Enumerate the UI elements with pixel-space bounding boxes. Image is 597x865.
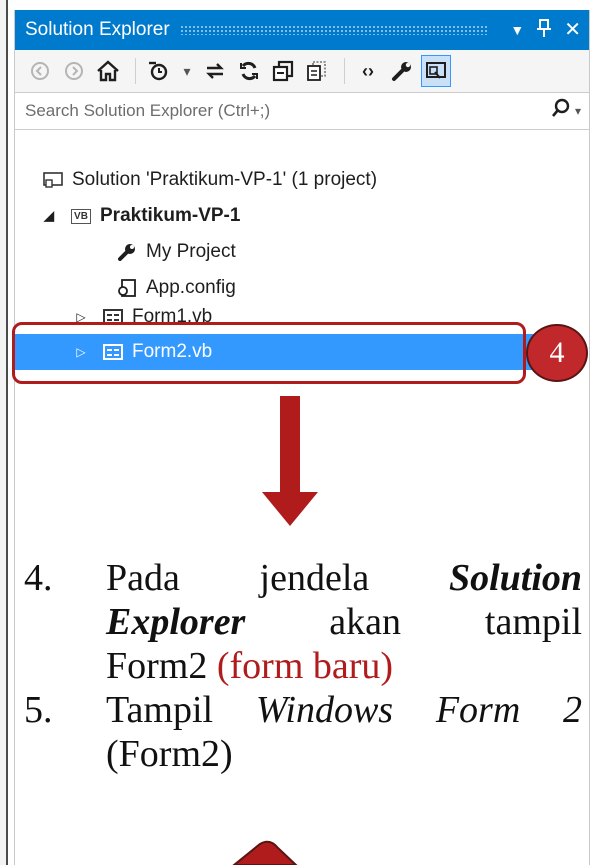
tree-item-project[interactable]: ◢ VB Praktikum-VP-1 bbox=[42, 198, 240, 234]
toolbar: ▾ ‹› bbox=[15, 50, 589, 92]
pending-changes-icon[interactable] bbox=[144, 55, 174, 87]
dropdown-icon[interactable]: ▼ bbox=[510, 23, 524, 37]
tree-item-solution[interactable]: Solution 'Praktikum-VP-1' (1 project) bbox=[42, 162, 377, 198]
wrench-icon bbox=[116, 243, 138, 261]
step-number-badge: 4 bbox=[526, 324, 588, 382]
note-4-text: Pada jendela Solution Explorer akan tamp… bbox=[106, 556, 582, 688]
app-config-label: App.config bbox=[146, 277, 236, 298]
note-4-number: 4. bbox=[24, 557, 53, 599]
note-4-line1: Pada jendela Solution bbox=[106, 557, 583, 599]
tree-item-form2-selected[interactable]: ▷ Form2.vb bbox=[14, 334, 534, 370]
search-input[interactable] bbox=[25, 101, 545, 121]
close-icon[interactable]: ✕ bbox=[564, 20, 581, 40]
view-code-icon[interactable]: ‹› bbox=[353, 55, 383, 87]
window-border bbox=[0, 0, 8, 865]
pin-icon[interactable] bbox=[536, 18, 552, 42]
form-icon bbox=[102, 344, 124, 360]
solution-label: Solution 'Praktikum-VP-1' (1 project) bbox=[72, 169, 378, 190]
arrow-head-icon bbox=[232, 840, 298, 865]
my-project-label: My Project bbox=[146, 241, 236, 262]
toolbar-separator bbox=[135, 58, 136, 84]
note-5-line2: (Form2) bbox=[106, 733, 233, 775]
sync-icon[interactable] bbox=[200, 55, 230, 87]
search-bar: ▾ bbox=[15, 92, 589, 130]
config-file-icon bbox=[116, 278, 138, 298]
solution-icon bbox=[42, 172, 64, 188]
form2-label: Form2.vb bbox=[132, 341, 213, 362]
note-5-number: 5. bbox=[24, 689, 53, 731]
properties-icon[interactable] bbox=[387, 55, 417, 87]
expand-arrow-icon[interactable]: ▷ bbox=[74, 345, 88, 359]
preview-selected-icon[interactable] bbox=[421, 55, 451, 87]
down-arrow-icon bbox=[262, 396, 318, 526]
form1-label: Form1.vb bbox=[132, 306, 213, 327]
note-5-line1: Tampil Windows Form 2 bbox=[106, 689, 582, 731]
tree-item-form1[interactable]: ▷ Form1.vb bbox=[74, 302, 212, 332]
collapse-all-icon[interactable] bbox=[268, 55, 298, 87]
panel-title: Solution Explorer bbox=[25, 19, 170, 40]
forward-icon[interactable] bbox=[59, 55, 89, 87]
project-label: Praktikum-VP-1 bbox=[100, 205, 241, 226]
toolbar-separator bbox=[344, 58, 345, 84]
expand-arrow-icon[interactable]: ▷ bbox=[74, 310, 88, 324]
search-options-icon[interactable]: ▾ bbox=[575, 104, 581, 118]
panel-titlebar: Solution Explorer ▼ ✕ bbox=[15, 10, 589, 50]
tree-item-my-project[interactable]: My Project bbox=[116, 234, 236, 270]
collapse-arrow-icon[interactable]: ◢ bbox=[42, 208, 56, 224]
chevron-down-icon[interactable]: ▾ bbox=[178, 55, 196, 87]
back-icon[interactable] bbox=[25, 55, 55, 87]
show-all-files-icon[interactable] bbox=[302, 55, 332, 87]
titlebar-grip[interactable] bbox=[179, 25, 489, 35]
search-icon[interactable] bbox=[551, 98, 571, 124]
home-icon[interactable] bbox=[93, 55, 123, 87]
refresh-icon[interactable] bbox=[234, 55, 264, 87]
note-4-line3: Form2 (form baru) bbox=[106, 645, 394, 687]
note-5-text: Tampil Windows Form 2 (Form2) bbox=[106, 688, 582, 776]
note-4-line2: Explorer akan tampil bbox=[106, 601, 583, 643]
form-icon bbox=[102, 309, 124, 325]
vb-project-icon: VB bbox=[70, 208, 92, 224]
tree-item-app-config[interactable]: App.config bbox=[116, 270, 236, 306]
